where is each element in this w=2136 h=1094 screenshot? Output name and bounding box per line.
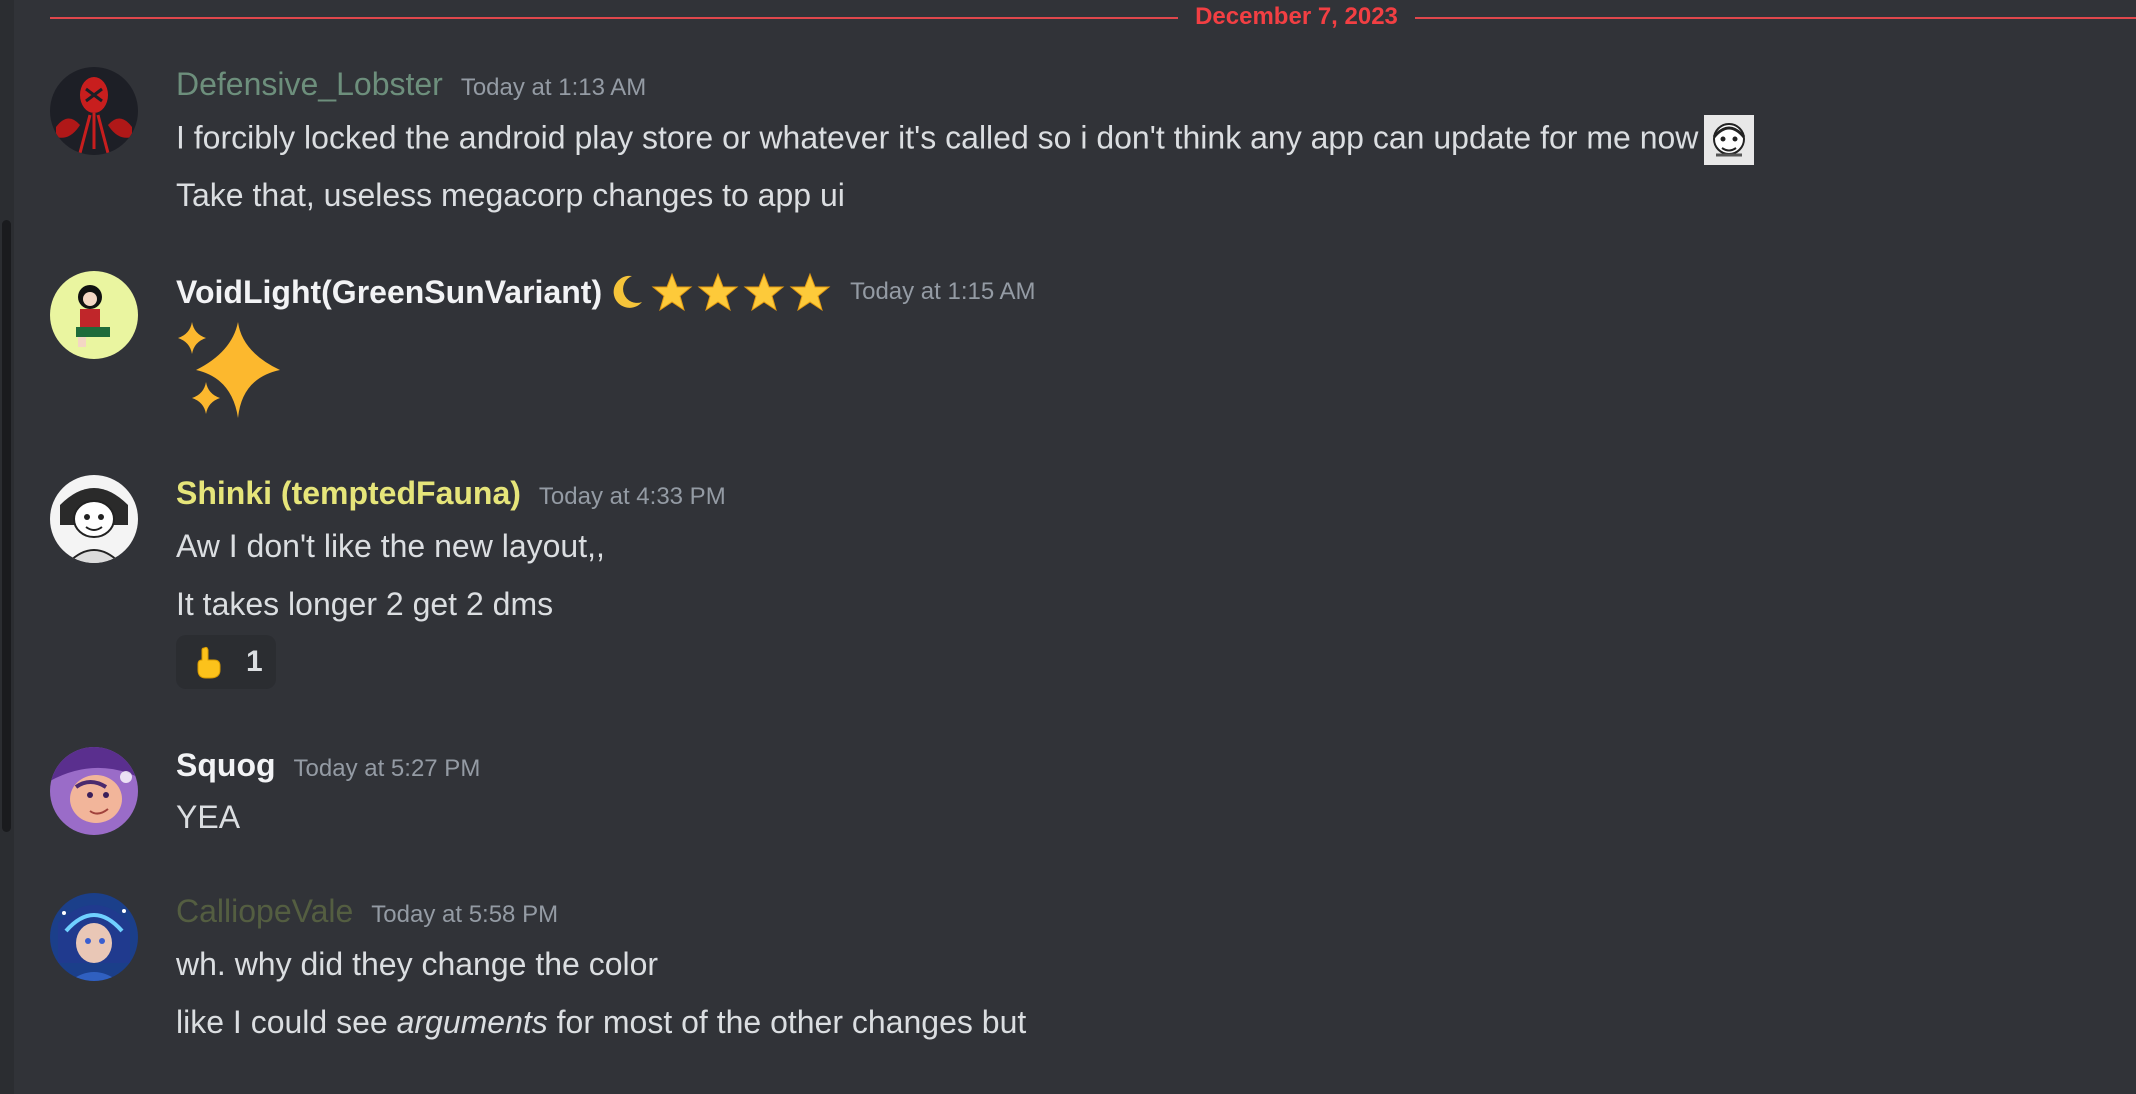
- message-header: CalliopeVale Today at 5:58 PM: [176, 893, 558, 937]
- username[interactable]: Squog: [176, 747, 276, 784]
- avatar[interactable]: [50, 893, 138, 981]
- timestamp[interactable]: Today at 5:58 PM: [371, 901, 558, 929]
- message-text: Take that, useless megacorp changes to a…: [176, 177, 845, 213]
- username[interactable]: Shinki (temptedFauna): [176, 475, 521, 512]
- timestamp[interactable]: Today at 1:15 AM: [850, 278, 1035, 306]
- avatar[interactable]: [50, 747, 138, 835]
- timestamp[interactable]: Today at 4:33 PM: [539, 483, 726, 511]
- message-text: YEA: [176, 799, 241, 835]
- star-icon: [697, 272, 739, 312]
- message-header: Squog Today at 5:27 PM: [176, 747, 480, 791]
- sparkles-emoji[interactable]: [176, 320, 284, 424]
- divider-date: December 7, 2023: [1195, 3, 1398, 30]
- message-line: like I could see arguments for most of t…: [176, 1000, 1026, 1044]
- avatar[interactable]: [50, 67, 138, 155]
- message-text: for most of the other changes but: [547, 1004, 1027, 1040]
- message-emphasis: arguments: [396, 1004, 548, 1040]
- reaction-count: 1: [246, 645, 263, 678]
- message-header: Shinki (temptedFauna) Today at 4:33 PM: [176, 475, 726, 519]
- message-text: Aw I don't like the new layout,,: [176, 528, 605, 564]
- custom-face-emoji[interactable]: [1704, 115, 1755, 165]
- divider-line-left: [50, 17, 1178, 19]
- username[interactable]: CalliopeVale: [176, 893, 353, 930]
- moon-icon: [613, 275, 643, 308]
- timestamp[interactable]: Today at 1:13 AM: [461, 74, 646, 102]
- avatar[interactable]: [50, 271, 138, 359]
- username[interactable]: VoidLight(GreenSunVariant): [176, 274, 602, 311]
- message-header: Defensive_Lobster Today at 1:13 AM: [176, 66, 646, 110]
- star-icon: [743, 272, 785, 312]
- timestamp[interactable]: Today at 5:27 PM: [294, 755, 481, 783]
- message-header: VoidLight(GreenSunVariant) Today at 1:15…: [176, 270, 1036, 314]
- message-text: It takes longer 2 get 2 dms: [176, 586, 554, 622]
- message-text: I forcibly locked the android play store…: [176, 119, 1699, 156]
- message-line: I forcibly locked the android play store…: [176, 115, 1755, 165]
- message-text: like I could see: [176, 1004, 397, 1040]
- avatar-lobster-image: [50, 67, 138, 155]
- date-divider: December 7, 2023: [50, 2, 2136, 32]
- avatar[interactable]: [50, 475, 138, 563]
- message-text: wh. why did they change the color: [176, 946, 659, 982]
- avatar-calliopevale-image: [50, 893, 138, 981]
- pointing-hand-emoji: [197, 646, 221, 679]
- avatar-squog-image: [50, 747, 138, 835]
- divider-line-right: [1415, 17, 2136, 19]
- reaction-button[interactable]: 1: [176, 635, 276, 689]
- star-icon: [651, 272, 693, 312]
- scrollbar-thumb[interactable]: [2, 220, 11, 832]
- username[interactable]: Defensive_Lobster: [176, 66, 443, 103]
- avatar-voidlight-image: [50, 271, 138, 359]
- scrollbar-track[interactable]: [0, 0, 14, 1094]
- avatar-shinki-image: [50, 475, 138, 563]
- star-icon: [789, 272, 831, 312]
